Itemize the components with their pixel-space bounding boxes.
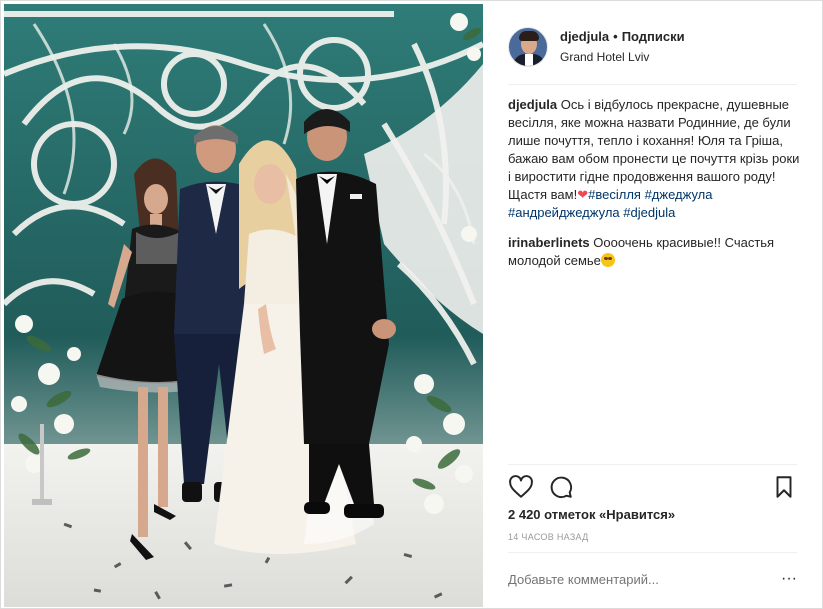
comment-input[interactable] xyxy=(508,572,768,587)
following-button[interactable]: Подписки xyxy=(622,29,685,44)
post-header: djedjula • Подписки Grand Hotel Lviv xyxy=(484,4,821,84)
post-modal: djedjula • Подписки Grand Hotel Lviv djedj… xyxy=(0,0,823,609)
hashtag-link[interactable]: #джеджула xyxy=(645,187,713,202)
heart-emoji: ❤ xyxy=(577,187,589,202)
comment-divider xyxy=(508,552,797,553)
separator-dot: • xyxy=(613,29,618,44)
more-options-button[interactable]: ··· xyxy=(781,571,797,587)
caption: djedjula Ось і відбулось прекрасне, душе… xyxy=(508,96,803,222)
post-photo[interactable] xyxy=(4,4,483,607)
hashtag-link[interactable]: #андрейджеджула xyxy=(508,205,620,220)
post-sidebar: djedjula • Подписки Grand Hotel Lviv djedj… xyxy=(484,4,821,607)
comment-username[interactable]: irinaberlinets xyxy=(508,235,590,250)
bookmark-icon[interactable] xyxy=(771,474,797,500)
smiling-face-emoji-icon xyxy=(600,253,615,267)
likes-count[interactable]: 2 420 отметок «Нравится» xyxy=(508,507,675,522)
comments-list: djedjula Ось і відбулось прекрасне, душе… xyxy=(508,96,803,282)
location-link[interactable]: Grand Hotel Lviv xyxy=(560,50,649,64)
avatar[interactable] xyxy=(508,27,548,67)
actions-divider xyxy=(508,464,797,465)
header-divider xyxy=(508,84,797,85)
caption-username[interactable]: djedjula xyxy=(508,97,557,112)
header-username[interactable]: djedjula xyxy=(560,29,609,44)
action-bar xyxy=(508,474,797,500)
header-user-line: djedjula • Подписки xyxy=(560,29,685,44)
comment-item: irinaberlinets Оооочень красивые!! Счаст… xyxy=(508,234,803,270)
post-timestamp[interactable]: 14 часов назад xyxy=(508,532,589,542)
hashtag-link[interactable]: #весілля xyxy=(588,187,641,202)
hashtag-link[interactable]: #djedjula xyxy=(623,205,675,220)
heart-icon[interactable] xyxy=(508,474,534,500)
speech-bubble-icon[interactable] xyxy=(548,474,574,500)
wedding-photo-image xyxy=(4,4,483,607)
